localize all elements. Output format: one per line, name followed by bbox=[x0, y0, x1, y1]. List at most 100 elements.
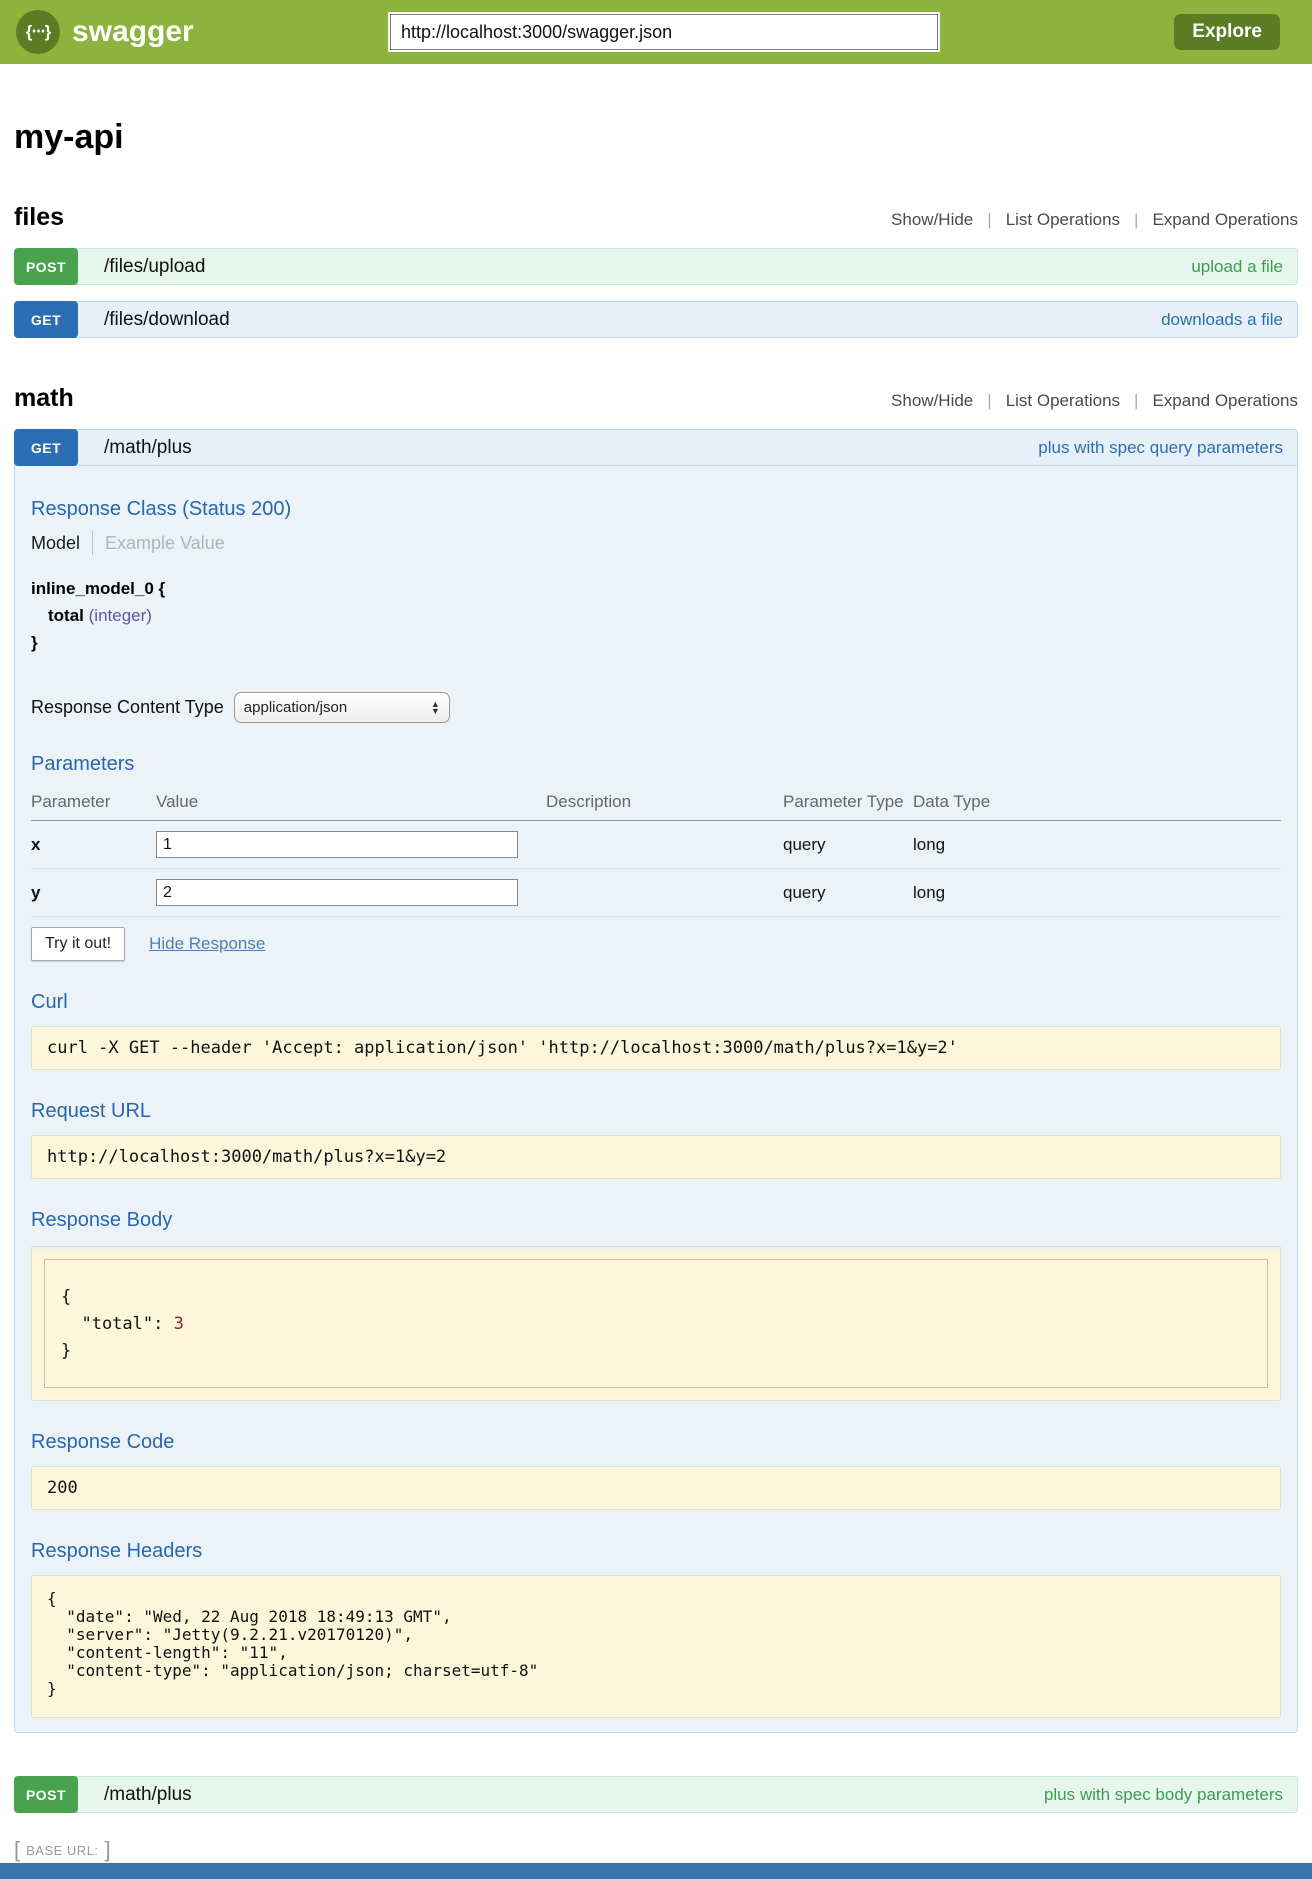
page-body: my-api files Show/Hide | List Operations… bbox=[0, 64, 1312, 1813]
section-files-controls: Show/Hide | List Operations | Expand Ope… bbox=[891, 210, 1298, 230]
swagger-logo-icon: {⋅⋅⋅} bbox=[16, 10, 60, 54]
parameter-type: query bbox=[783, 821, 913, 869]
parameters-heading: Parameters bbox=[31, 753, 1281, 776]
rb-open: { bbox=[61, 1287, 71, 1307]
section-math-controls: Show/Hide | List Operations | Expand Ope… bbox=[891, 391, 1298, 411]
model-open: inline_model_0 { bbox=[31, 575, 1281, 602]
rb-key: "total": bbox=[61, 1314, 174, 1334]
col-data-type: Data Type bbox=[913, 784, 1281, 821]
operation-path[interactable]: /math/plus bbox=[104, 437, 192, 459]
parameter-name: y bbox=[31, 869, 156, 917]
show-hide-link[interactable]: Show/Hide bbox=[891, 391, 973, 411]
bracket-open: [ bbox=[14, 1837, 20, 1863]
bottom-bar bbox=[0, 1863, 1312, 1879]
operation-get-files-download[interactable]: GET /files/download downloads a file bbox=[14, 301, 1298, 338]
method-badge-get[interactable]: GET bbox=[14, 429, 78, 466]
selected-content-type: application/json bbox=[244, 699, 347, 716]
method-badge-post[interactable]: POST bbox=[14, 248, 78, 285]
link-divider: | bbox=[987, 210, 991, 230]
page-title: my-api bbox=[14, 118, 1298, 157]
model-property: total (integer) bbox=[31, 602, 1281, 629]
link-divider: | bbox=[987, 391, 991, 411]
operation-post-files-upload[interactable]: POST /files/upload upload a file bbox=[14, 248, 1298, 285]
list-operations-link[interactable]: List Operations bbox=[1006, 391, 1120, 411]
bracket-close: ] bbox=[105, 1837, 111, 1863]
section-math: math Show/Hide | List Operations | Expan… bbox=[14, 384, 1298, 1813]
response-content-type-select[interactable]: application/json ▲▼ bbox=[234, 692, 450, 723]
rb-close: } bbox=[61, 1341, 71, 1361]
response-headers-heading: Response Headers bbox=[31, 1540, 1281, 1563]
section-files-title[interactable]: files bbox=[14, 203, 64, 232]
model-close: } bbox=[31, 629, 1281, 656]
operation-post-math-plus[interactable]: POST /math/plus plus with spec body para… bbox=[14, 1776, 1298, 1813]
operation-path[interactable]: /files/upload bbox=[104, 256, 205, 278]
operation-get-math-plus[interactable]: GET /math/plus plus with spec query para… bbox=[14, 429, 1298, 466]
method-badge-get[interactable]: GET bbox=[14, 301, 78, 338]
operation-get-math-plus-content: Response Class (Status 200) Model Exampl… bbox=[14, 466, 1298, 1733]
swagger-logo-text: swagger bbox=[72, 15, 194, 49]
try-it-out-button[interactable]: Try it out! bbox=[31, 927, 125, 961]
response-content-type-label: Response Content Type bbox=[31, 697, 224, 718]
model-property-name: total bbox=[48, 606, 84, 625]
rb-value: 3 bbox=[174, 1314, 184, 1334]
curl-heading: Curl bbox=[31, 991, 1281, 1014]
parameter-type: query bbox=[783, 869, 913, 917]
col-parameter: Parameter bbox=[31, 784, 156, 821]
spec-url-input[interactable] bbox=[390, 14, 938, 50]
model-property-type: (integer) bbox=[89, 606, 152, 625]
section-math-head: math Show/Hide | List Operations | Expan… bbox=[14, 384, 1298, 413]
response-headers-box: { "date": "Wed, 22 Aug 2018 18:49:13 GMT… bbox=[31, 1575, 1281, 1718]
list-operations-link[interactable]: List Operations bbox=[1006, 210, 1120, 230]
link-divider: | bbox=[1134, 391, 1138, 411]
col-parameter-type: Parameter Type bbox=[783, 784, 913, 821]
operation-path[interactable]: /math/plus bbox=[104, 1784, 192, 1806]
operation-summary[interactable]: upload a file bbox=[1191, 257, 1283, 277]
operation-summary[interactable]: plus with spec query parameters bbox=[1038, 438, 1283, 458]
operation-summary[interactable]: downloads a file bbox=[1161, 310, 1283, 330]
parameter-row-x: x query long bbox=[31, 821, 1281, 869]
response-code-heading: Response Code bbox=[31, 1431, 1281, 1454]
show-hide-link[interactable]: Show/Hide bbox=[891, 210, 973, 230]
operation-summary[interactable]: plus with spec body parameters bbox=[1044, 1785, 1283, 1805]
model-tabs: Model Example Value bbox=[31, 531, 1281, 555]
parameters-header-row: Parameter Value Description Parameter Ty… bbox=[31, 784, 1281, 821]
col-description: Description bbox=[546, 784, 783, 821]
col-value: Value bbox=[156, 784, 546, 821]
link-divider: | bbox=[1134, 210, 1138, 230]
request-url-heading: Request URL bbox=[31, 1100, 1281, 1123]
hide-response-link[interactable]: Hide Response bbox=[149, 934, 265, 954]
header-bar: {⋅⋅⋅} swagger Explore bbox=[0, 0, 1312, 64]
response-body-json: { "total": 3 } bbox=[44, 1259, 1268, 1388]
operation-path[interactable]: /files/download bbox=[104, 309, 230, 331]
parameter-x-input[interactable] bbox=[156, 831, 518, 858]
base-url-label: BASE URL: bbox=[26, 1843, 98, 1858]
select-arrows-icon: ▲▼ bbox=[431, 701, 440, 715]
tab-model[interactable]: Model bbox=[31, 533, 92, 554]
section-files: files Show/Hide | List Operations | Expa… bbox=[14, 203, 1298, 338]
expand-operations-link[interactable]: Expand Operations bbox=[1152, 210, 1298, 230]
method-badge-post[interactable]: POST bbox=[14, 1776, 78, 1813]
tab-example-value[interactable]: Example Value bbox=[93, 533, 225, 554]
parameter-row-y: y query long bbox=[31, 869, 1281, 917]
parameters-table: Parameter Value Description Parameter Ty… bbox=[31, 784, 1281, 917]
parameter-y-input[interactable] bbox=[156, 879, 518, 906]
base-url-footer: [ BASE URL: ] bbox=[14, 1837, 1312, 1863]
section-math-title[interactable]: math bbox=[14, 384, 74, 413]
response-body-heading: Response Body bbox=[31, 1209, 1281, 1232]
swagger-logo[interactable]: {⋅⋅⋅} swagger bbox=[16, 10, 194, 54]
parameter-data-type: long bbox=[913, 821, 1281, 869]
parameter-description bbox=[546, 821, 783, 869]
section-files-head: files Show/Hide | List Operations | Expa… bbox=[14, 203, 1298, 232]
actions-row: Try it out! Hide Response bbox=[31, 927, 1281, 961]
request-url-box: http://localhost:3000/math/plus?x=1&y=2 bbox=[31, 1135, 1281, 1179]
model-signature: inline_model_0 { total (integer) } bbox=[31, 575, 1281, 656]
response-body-container: { "total": 3 } bbox=[31, 1246, 1281, 1401]
response-content-type-row: Response Content Type application/json ▲… bbox=[31, 692, 1281, 723]
response-code-box: 200 bbox=[31, 1466, 1281, 1510]
parameter-name: x bbox=[31, 821, 156, 869]
explore-button[interactable]: Explore bbox=[1174, 14, 1280, 50]
parameter-data-type: long bbox=[913, 869, 1281, 917]
parameter-description bbox=[546, 869, 783, 917]
expand-operations-link[interactable]: Expand Operations bbox=[1152, 391, 1298, 411]
response-class-heading: Response Class (Status 200) bbox=[31, 498, 1281, 521]
